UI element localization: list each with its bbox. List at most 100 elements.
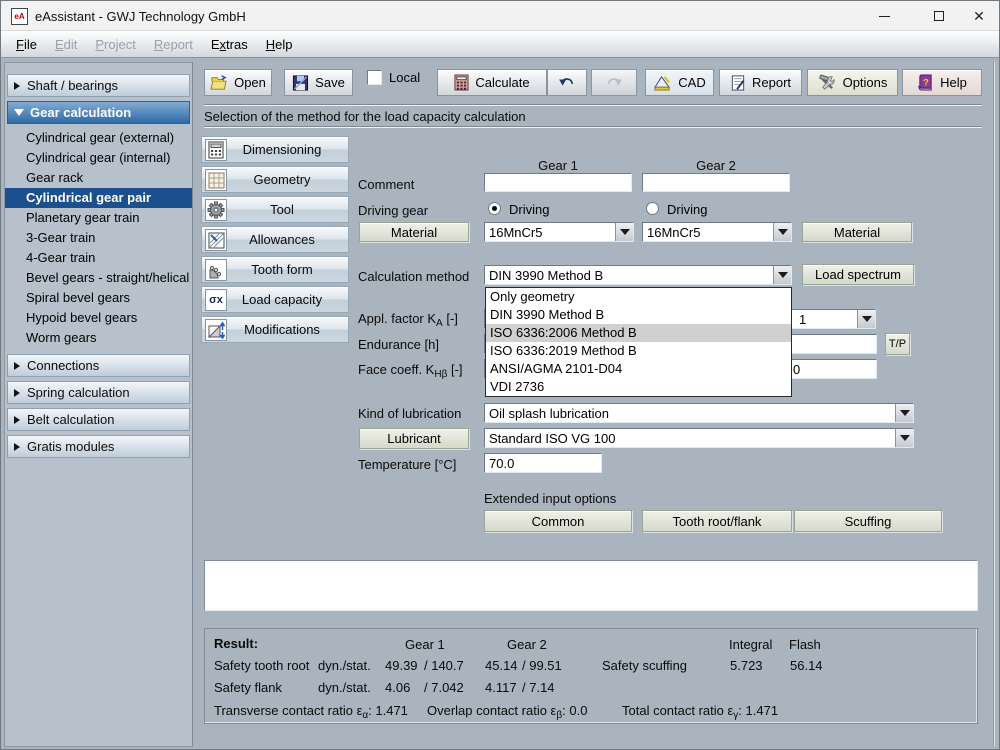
driving-gear1-radio[interactable] xyxy=(488,202,501,215)
page-title: Selection of the method for the load cap… xyxy=(204,109,526,124)
undo-button[interactable] xyxy=(547,69,587,96)
calculator-icon xyxy=(454,74,469,91)
undo-icon xyxy=(559,77,574,86)
report-label: Report xyxy=(751,75,792,90)
menu-edit[interactable]: Edit xyxy=(46,34,86,55)
dimensioning-button[interactable]: Dimensioning xyxy=(201,136,349,163)
redo-button[interactable] xyxy=(591,69,637,96)
application-factor-label: Appl. factor KA [-] xyxy=(358,311,458,329)
calculation-method-dropdown-list: Only geometry DIN 3990 Method B ISO 6336… xyxy=(485,287,792,397)
face-coefficient-visible-value: 0 xyxy=(793,362,801,377)
material-gear1-select[interactable]: 16MnCr5 xyxy=(484,222,634,242)
maximize-button[interactable] xyxy=(919,1,959,31)
load-spectrum-button[interactable]: Load spectrum xyxy=(802,264,914,285)
gear2-header: Gear 2 xyxy=(696,158,736,173)
dropdown-arrow-icon[interactable] xyxy=(895,429,913,447)
driving-gear1-radio-label: Driving xyxy=(509,202,550,217)
lubricant-button[interactable]: Lubricant xyxy=(359,428,469,449)
maximize-icon xyxy=(934,11,944,21)
sidebar-item-cylindrical-gear-external[interactable]: Cylindrical gear (external) xyxy=(5,128,192,148)
open-button[interactable]: Open xyxy=(204,69,272,96)
modifications-icon xyxy=(205,319,227,341)
dropdown-option-iso-6336-2019[interactable]: ISO 6336:2019 Method B xyxy=(486,342,791,360)
dropdown-arrow-icon[interactable] xyxy=(895,404,913,422)
local-checkbox[interactable] xyxy=(367,70,382,85)
save-label: Save xyxy=(315,75,345,90)
material-gear2-button[interactable]: Material xyxy=(802,222,912,242)
help-button[interactable]: ? Help xyxy=(902,69,982,96)
geometry-button[interactable]: Geometry xyxy=(201,166,349,193)
options-button[interactable]: Options xyxy=(807,69,898,96)
overlap-contact-ratio: Overlap contact ratio εβ: 0.0 xyxy=(427,703,588,721)
report-button[interactable]: Report xyxy=(719,69,802,96)
dropdown-arrow-icon[interactable] xyxy=(857,310,875,328)
dropdown-option-ansi-agma[interactable]: ANSI/AGMA 2101-D04 xyxy=(486,360,791,378)
sidebar-item-spiral-bevel-gears[interactable]: Spiral bevel gears xyxy=(5,288,192,308)
tooth-root-flank-button[interactable]: Tooth root/flank xyxy=(642,510,792,532)
dropdown-option-iso-6336-2006[interactable]: ISO 6336:2006 Method B xyxy=(486,324,791,342)
menu-project[interactable]: Project xyxy=(86,34,144,55)
chevron-down-icon xyxy=(14,109,24,116)
temperature-input[interactable] xyxy=(484,453,602,473)
dropdown-option-vdi-2736[interactable]: VDI 2736 xyxy=(486,378,791,396)
app-icon: eA xyxy=(11,8,28,25)
tp-toggle-button[interactable]: T / P xyxy=(885,333,910,355)
sidebar-item-bevel-gears[interactable]: Bevel gears - straight/helical xyxy=(5,268,192,288)
dropdown-arrow-icon[interactable] xyxy=(773,223,791,241)
save-button[interactable]: Save xyxy=(284,69,353,96)
lubrication-select[interactable]: Oil splash lubrication xyxy=(484,403,914,423)
sidebar-section-belt-calculation[interactable]: Belt calculation xyxy=(7,408,190,431)
sidebar-item-3-gear-train[interactable]: 3-Gear train xyxy=(5,228,192,248)
sidebar-item-worm-gears[interactable]: Worm gears xyxy=(5,328,192,348)
sidebar-section-spring-calculation[interactable]: Spring calculation xyxy=(7,381,190,404)
comment-gear2-input[interactable] xyxy=(642,173,790,192)
redo-icon xyxy=(607,77,622,86)
sidebar-item-4-gear-train[interactable]: 4-Gear train xyxy=(5,248,192,268)
load-capacity-button[interactable]: σx Load capacity xyxy=(201,286,349,313)
material-gear2-select[interactable]: 16MnCr5 xyxy=(642,222,792,242)
help-book-icon: ? xyxy=(918,74,932,91)
allowances-button[interactable]: Allowances xyxy=(201,226,349,253)
app-window: eA eAssistant - GWJ Technology GmbH ✕ Fi… xyxy=(0,0,1000,750)
menu-extras[interactable]: Extras xyxy=(202,34,257,55)
dropdown-arrow-icon[interactable] xyxy=(615,223,633,241)
minimize-button[interactable] xyxy=(864,1,904,31)
material-gear1-button[interactable]: Material xyxy=(359,222,469,242)
sidebar-section-shaft-bearings[interactable]: Shaft / bearings xyxy=(7,74,190,97)
driving-gear2-radio[interactable] xyxy=(646,202,659,215)
sidebar-item-planetary-gear-train[interactable]: Planetary gear train xyxy=(5,208,192,228)
tooth-root-gear1-stat: / 140.7 xyxy=(424,658,464,673)
sidebar-item-hypoid-bevel-gears[interactable]: Hypoid bevel gears xyxy=(5,308,192,328)
safety-scuffing-label: Safety scuffing xyxy=(602,658,688,673)
sidebar-section-gratis-modules[interactable]: Gratis modules xyxy=(7,435,190,458)
comment-gear1-input[interactable] xyxy=(484,173,632,192)
menu-file[interactable]: File xyxy=(7,34,46,55)
open-label: Open xyxy=(234,75,266,90)
result-col-flash: Flash xyxy=(789,637,821,652)
tooth-root-gear1-dyn: 49.39 xyxy=(385,658,418,673)
dropdown-option-din-3990[interactable]: DIN 3990 Method B xyxy=(486,306,791,324)
calculation-method-select[interactable]: DIN 3990 Method B xyxy=(484,265,792,285)
modifications-button[interactable]: Modifications xyxy=(201,316,349,343)
sidebar-section-connections[interactable]: Connections xyxy=(7,354,190,377)
calculate-button[interactable]: Calculate xyxy=(437,69,547,96)
dropdown-arrow-icon[interactable] xyxy=(773,266,791,284)
menu-report[interactable]: Report xyxy=(145,34,202,55)
lubricant-select[interactable]: Standard ISO VG 100 xyxy=(484,428,914,448)
open-folder-icon xyxy=(210,74,227,90)
tooth-form-button[interactable]: Tooth form xyxy=(201,256,349,283)
sidebar-item-cylindrical-gear-pair[interactable]: Cylindrical gear pair xyxy=(5,188,192,208)
dropdown-option-only-geometry[interactable]: Only geometry xyxy=(486,288,791,306)
sidebar-item-gear-rack[interactable]: Gear rack xyxy=(5,168,192,188)
safety-flank-label: Safety flank xyxy=(214,680,282,695)
scuffing-button[interactable]: Scuffing xyxy=(794,510,942,532)
tool-button[interactable]: Tool xyxy=(201,196,349,223)
menu-help[interactable]: Help xyxy=(257,34,302,55)
close-button[interactable]: ✕ xyxy=(959,1,999,31)
sidebar-item-cylindrical-gear-internal[interactable]: Cylindrical gear (internal) xyxy=(5,148,192,168)
sidebar-section-gear-calculation[interactable]: Gear calculation xyxy=(7,101,190,124)
chevron-right-icon xyxy=(14,442,20,451)
cad-button[interactable]: CAD xyxy=(645,69,714,96)
common-button[interactable]: Common xyxy=(484,510,632,532)
divider xyxy=(204,104,982,106)
